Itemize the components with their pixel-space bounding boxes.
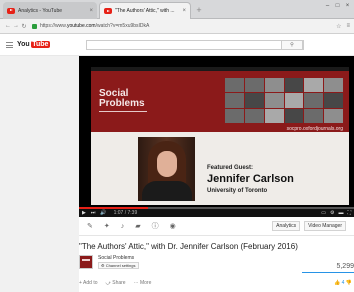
collage-photo bbox=[264, 78, 284, 93]
search-input[interactable]: ⚲ bbox=[86, 40, 304, 50]
youtube-logo[interactable]: You Tube bbox=[17, 41, 50, 48]
collage-photo bbox=[244, 78, 264, 93]
guide-menu-icon[interactable] bbox=[6, 42, 13, 48]
video-actions: + Add to ⤻ Share ··· More 👍 4 👎 bbox=[79, 280, 354, 286]
new-tab-button[interactable]: + bbox=[194, 5, 204, 15]
player-right-controls: ▭ ⚙ ▬ ⛶ bbox=[321, 210, 351, 216]
analytics-button[interactable]: Analytics bbox=[272, 221, 301, 231]
featured-guest-label: Featured Guest: bbox=[207, 165, 254, 171]
add-to-button[interactable]: + Add to bbox=[79, 280, 98, 286]
back-icon[interactable]: ← bbox=[4, 23, 12, 29]
journal-url: socpro.oxfordjournals.org bbox=[286, 126, 343, 132]
url-prefix: https://www. bbox=[40, 23, 67, 29]
more-button[interactable]: ··· More bbox=[134, 280, 152, 286]
view-count: 5,299 bbox=[336, 263, 354, 270]
edit-icon[interactable]: ✎ bbox=[87, 222, 93, 230]
portrait-face bbox=[157, 151, 177, 177]
audio-icon[interactable]: ♪ bbox=[121, 223, 125, 230]
portrait-body bbox=[142, 181, 192, 201]
slide-title: Social Problems bbox=[99, 89, 145, 109]
reload-icon[interactable]: ↻ bbox=[20, 23, 28, 30]
enhance-icon[interactable]: ✦ bbox=[104, 222, 110, 230]
minimize-button[interactable]: – bbox=[323, 2, 332, 11]
collage-photo bbox=[324, 108, 343, 123]
info-icon[interactable]: ⓘ bbox=[152, 221, 159, 231]
collage-photo bbox=[244, 93, 264, 108]
video-frame: Social Problems socpro.oxfordjournals.or… bbox=[91, 67, 349, 205]
settings-icon[interactable]: ⚙ bbox=[330, 210, 334, 216]
tab-analytics[interactable]: Analytics - YouTube × bbox=[3, 2, 97, 19]
guest-portrait bbox=[138, 137, 195, 201]
player-controls: ▶ ⏭ 🔊 1:07 / 7:39 ▭ ⚙ ▬ ⛶ bbox=[79, 209, 354, 217]
time-display: 1:07 / 7:39 bbox=[113, 210, 138, 216]
collage-photo bbox=[225, 108, 244, 123]
volume-icon[interactable]: 🔊 bbox=[100, 210, 106, 216]
collage-photo bbox=[225, 93, 244, 108]
next-icon[interactable]: ⏭ bbox=[91, 210, 96, 216]
annotations-icon[interactable]: ▰ bbox=[135, 222, 140, 230]
slide-rule bbox=[99, 111, 147, 112]
close-window-button[interactable]: × bbox=[343, 2, 352, 11]
collage-photo bbox=[284, 93, 304, 108]
tab-title: "The Authors' Attic," with ... bbox=[115, 8, 175, 14]
creator-toolbar: ✎ ✦ ♪ ▰ ⓘ ◉ Analytics Video Manager bbox=[79, 217, 354, 236]
collage-photo bbox=[225, 78, 244, 93]
bookmark-icon[interactable]: ☆ bbox=[336, 23, 341, 30]
slide-banner: Social Problems socpro.oxfordjournals.or… bbox=[91, 67, 349, 132]
browser-tab-strip: Analytics - YouTube × "The Authors' Atti… bbox=[0, 0, 354, 19]
url-path: /watch?v=m5xu9bsIDkA bbox=[95, 23, 150, 29]
forward-icon[interactable]: → bbox=[12, 23, 20, 29]
guest-affiliation: University of Toronto bbox=[207, 188, 268, 194]
maximize-button[interactable]: □ bbox=[333, 2, 342, 11]
video-title: "The Authors' Attic," with Dr. Jennifer … bbox=[79, 242, 298, 251]
collage-photo bbox=[284, 108, 304, 123]
tab-video[interactable]: "The Authors' Attic," with ... × bbox=[99, 2, 191, 19]
menu-icon[interactable]: ≡ bbox=[346, 23, 350, 30]
youtube-icon bbox=[104, 8, 112, 14]
channel-settings-button[interactable]: ⚙ Channel settings bbox=[98, 262, 139, 269]
toolbar-buttons: Analytics Video Manager bbox=[268, 221, 346, 231]
address-bar: ← → ↻ https://www.youtube.com/watch?v=m5… bbox=[0, 19, 354, 34]
collage-photo bbox=[324, 93, 343, 108]
collage-photo bbox=[304, 93, 324, 108]
collage-photo bbox=[324, 78, 343, 93]
share-button[interactable]: ⤻ Share bbox=[106, 280, 126, 286]
url-field[interactable]: https://www.youtube.com/watch?v=m5xu9bsI… bbox=[40, 23, 336, 29]
captions-icon[interactable]: ▭ bbox=[321, 210, 326, 216]
channel-avatar[interactable] bbox=[79, 255, 93, 269]
theater-icon[interactable]: ▬ bbox=[338, 210, 343, 216]
photo-collage bbox=[225, 78, 343, 123]
search-button[interactable]: ⚲ bbox=[281, 40, 303, 50]
url-host: youtube.com bbox=[66, 23, 96, 29]
slide-title-line2: Problems bbox=[99, 98, 145, 109]
collage-photo bbox=[284, 78, 304, 93]
collage-photo bbox=[264, 93, 284, 108]
like-ratio-bar bbox=[302, 272, 354, 273]
fullscreen-icon[interactable]: ⛶ bbox=[347, 210, 351, 216]
collage-photo bbox=[264, 108, 284, 123]
tab-title: Analytics - YouTube bbox=[18, 7, 63, 14]
close-icon[interactable]: × bbox=[89, 8, 93, 14]
logo-tube: Tube bbox=[30, 41, 50, 48]
logo-you: You bbox=[17, 41, 30, 48]
youtube-icon bbox=[7, 7, 15, 14]
close-icon[interactable]: × bbox=[182, 8, 186, 14]
video-player[interactable]: Social Problems socpro.oxfordjournals.or… bbox=[79, 56, 354, 217]
like-dislike-buttons[interactable]: 👍 4 👎 bbox=[334, 280, 352, 286]
play-icon[interactable]: ▶ bbox=[82, 210, 86, 216]
video-info: "The Authors' Attic," with Dr. Jennifer … bbox=[79, 236, 354, 292]
video-manager-button[interactable]: Video Manager bbox=[304, 221, 346, 231]
cards-icon[interactable]: ◉ bbox=[170, 222, 176, 230]
youtube-masthead: You Tube ⚲ bbox=[0, 34, 354, 56]
window-controls: – □ × bbox=[323, 2, 352, 11]
collage-photo bbox=[304, 78, 324, 93]
collage-photo bbox=[304, 108, 324, 123]
channel-name[interactable]: Social Problems bbox=[98, 255, 134, 261]
omnibar-actions: ☆ ≡ bbox=[336, 23, 350, 30]
lock-icon bbox=[32, 23, 37, 29]
collage-photo bbox=[244, 108, 264, 123]
guest-name: Jennifer Carlson bbox=[207, 173, 294, 185]
